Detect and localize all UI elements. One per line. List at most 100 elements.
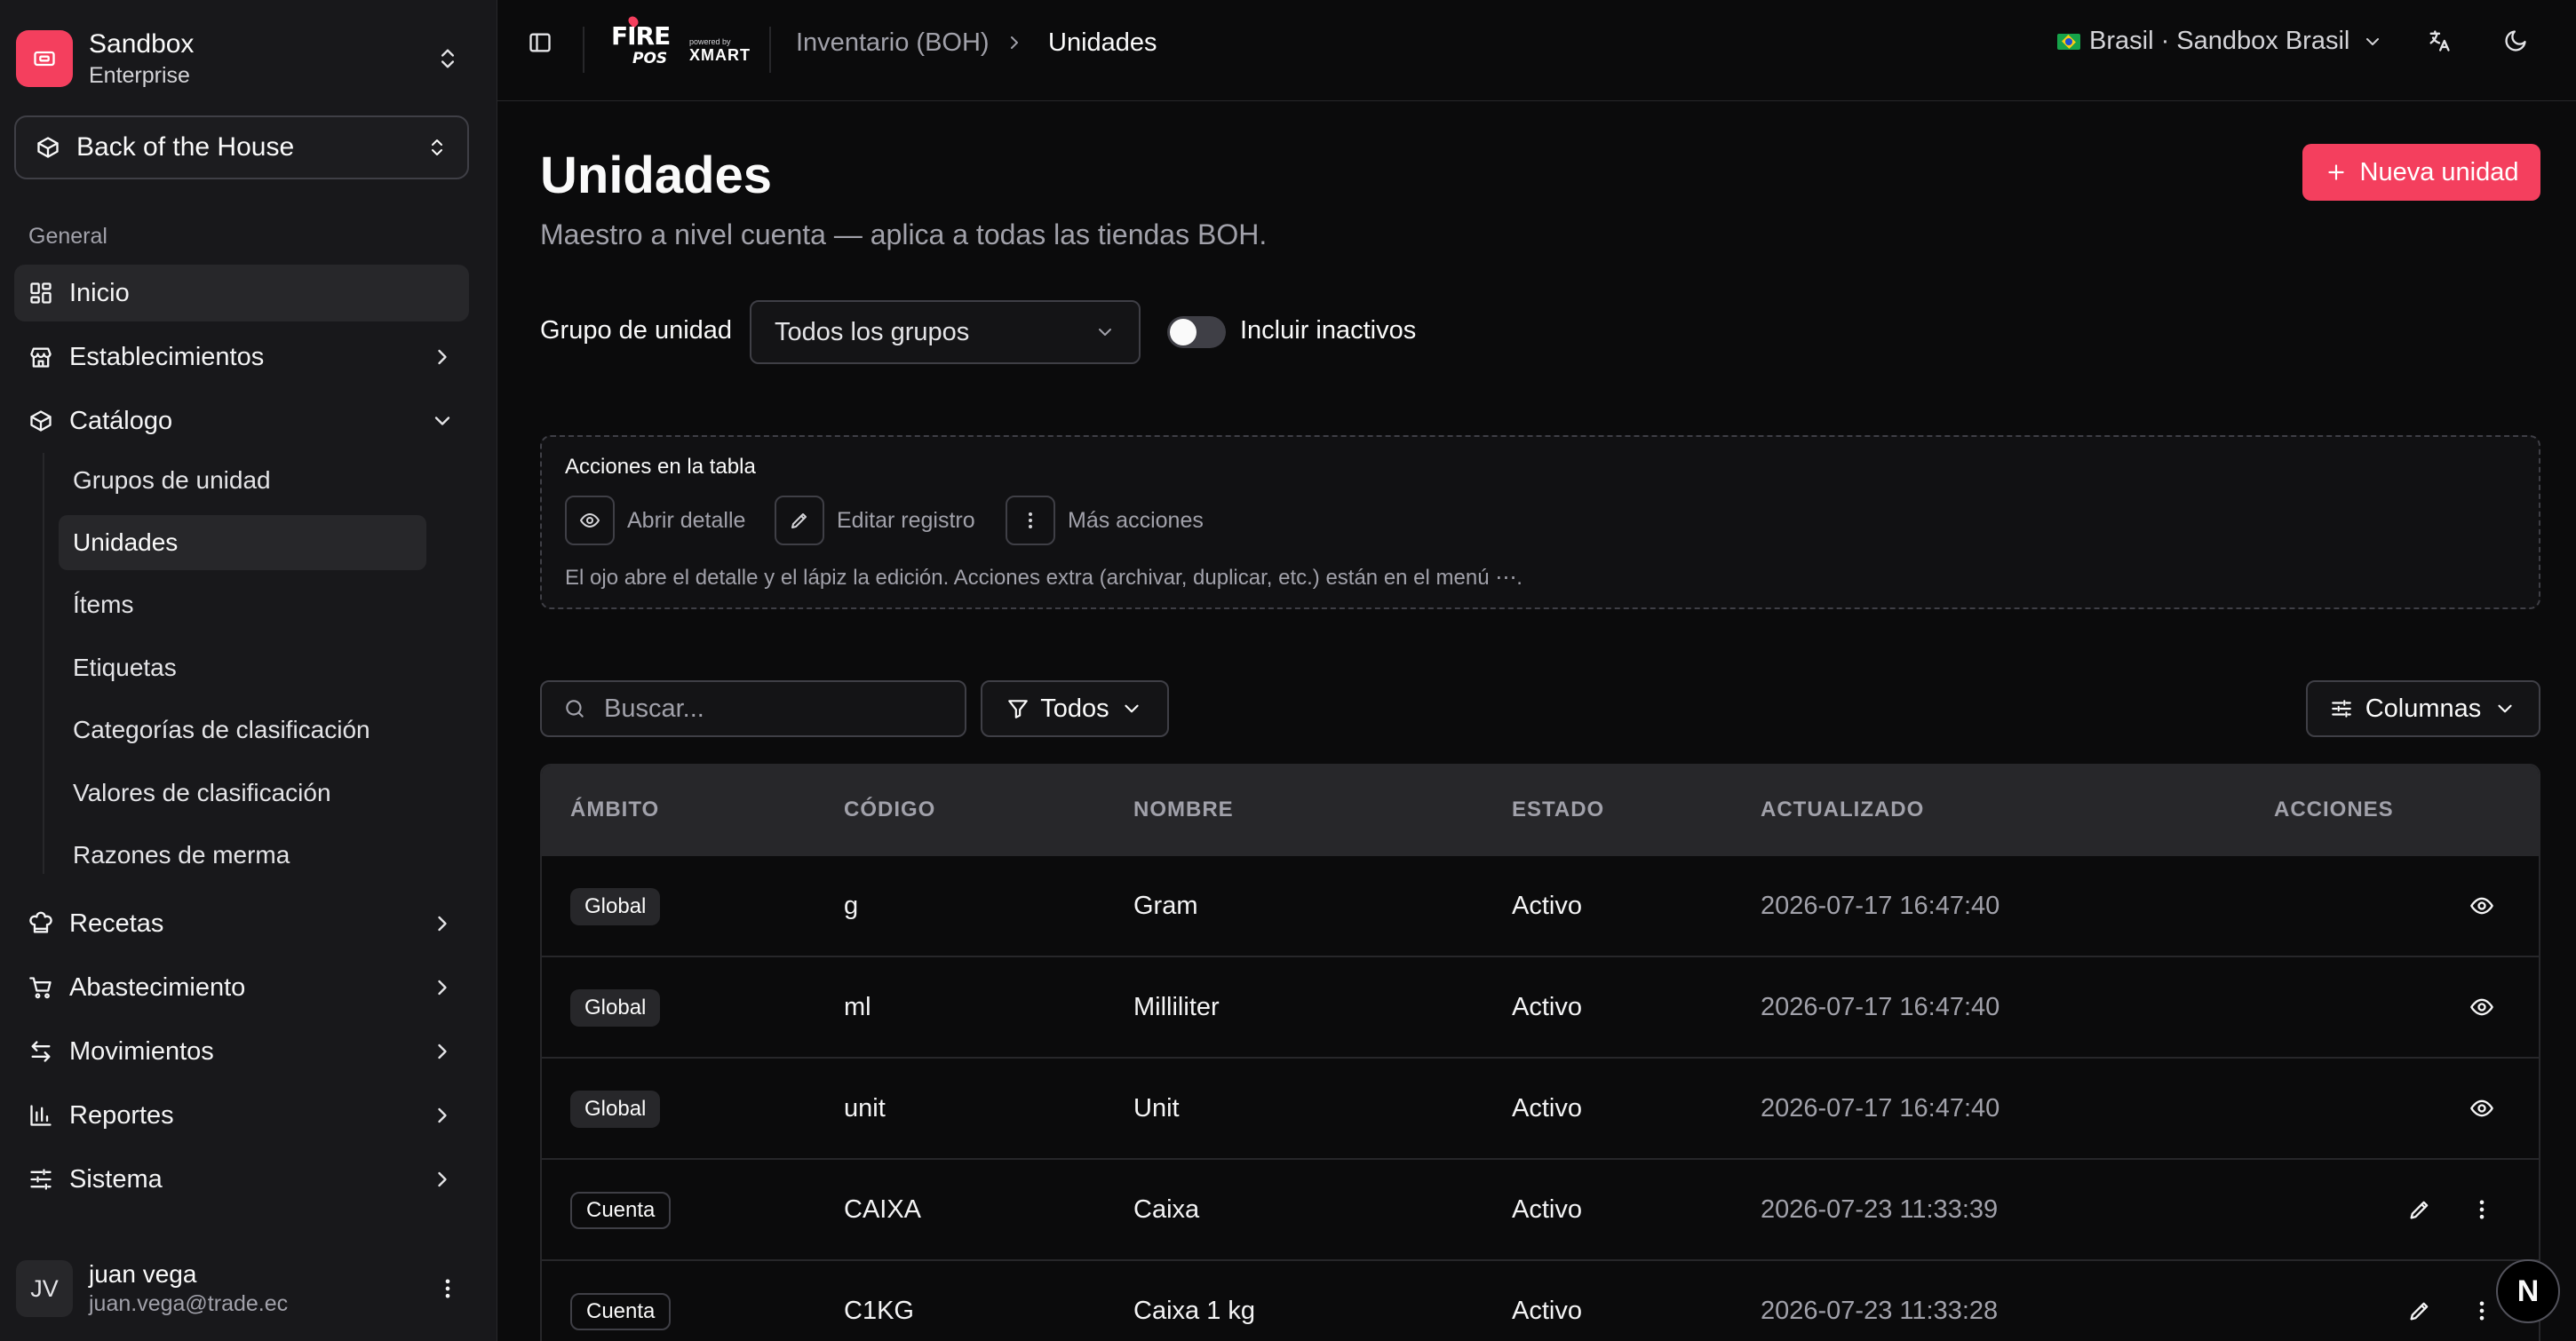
sidebar-subitem-unidades[interactable]: Unidades	[59, 515, 426, 570]
search-box	[540, 680, 966, 737]
sidebar-item-inicio[interactable]: Inicio	[14, 265, 469, 321]
table-row[interactable]: Global g Gram Activo 2026-07-17 16:47:40	[542, 854, 2539, 956]
more-vertical-icon[interactable]	[2469, 1298, 2494, 1323]
plus-icon	[2325, 161, 2360, 184]
cell-status: Activo	[1512, 1094, 1582, 1123]
dev-tools-button[interactable]: N	[2496, 1259, 2560, 1323]
sidebar-toggle-icon[interactable]	[528, 30, 553, 55]
help-more-label: Más acciones	[1068, 507, 1204, 533]
page-title: Unidades	[540, 147, 773, 204]
units-table: ÁMBITO CÓDIGO NOMBRE ESTADO ACTUALIZADO …	[540, 764, 2540, 1341]
chevrons-up-down-icon	[426, 137, 448, 158]
user-menu[interactable]: JV juan vega juan.vega@trade.ec	[16, 1252, 460, 1325]
eye-icon[interactable]	[2469, 995, 2494, 1020]
eye-icon[interactable]	[2469, 1096, 2494, 1121]
pencil-icon[interactable]	[2407, 1197, 2432, 1222]
language-icon[interactable]	[2427, 28, 2452, 53]
breadcrumb-current: Unidades	[1048, 28, 1157, 57]
chevron-right-icon	[430, 1039, 455, 1064]
sidebar-subitem-valores-de-clasificacion[interactable]: Valores de clasificación	[59, 766, 426, 821]
breadcrumb-inventario[interactable]: Inventario (BOH)	[796, 28, 990, 58]
org-logo-icon	[16, 30, 73, 87]
sidebar-item-label: Inicio	[69, 278, 130, 307]
new-unit-button[interactable]: Nueva unidad	[2302, 144, 2540, 201]
column-header-actualizado[interactable]: ACTUALIZADO	[1761, 797, 1924, 822]
chevron-right-icon	[430, 345, 455, 369]
cell-name: Caixa	[1133, 1195, 1200, 1224]
cell-updated: 2026-07-23 11:33:39	[1761, 1195, 1999, 1224]
sidebar-item-movimientos[interactable]: Movimientos	[14, 1023, 469, 1080]
table-row[interactable]: Global ml Milliliter Activo 2026-07-17 1…	[542, 956, 2539, 1057]
status-filter-button[interactable]: Todos	[981, 680, 1169, 737]
sidebar-subitem-items[interactable]: Ítems	[59, 577, 426, 632]
more-vertical-icon[interactable]	[2469, 1197, 2494, 1222]
table-row[interactable]: Cuenta C1KG Caixa 1 kg Activo 2026-07-23…	[542, 1259, 2539, 1341]
cell-status: Activo	[1512, 1297, 1582, 1325]
moon-icon[interactable]	[2503, 28, 2528, 53]
pencil-icon[interactable]	[2407, 1298, 2432, 1323]
chevron-down-icon	[2362, 31, 2383, 52]
chevron-down-icon	[2493, 697, 2516, 720]
sidebar-item-label: Recetas	[69, 909, 164, 938]
search-input[interactable]	[604, 694, 924, 724]
scope-badge: Cuenta	[570, 1192, 672, 1229]
bar-chart-icon	[28, 1103, 53, 1128]
dashboard-icon	[28, 281, 53, 305]
page-subtitle: Maestro a nivel cuenta — aplica a todas …	[540, 218, 1268, 250]
sidebar-item-label: Movimientos	[69, 1036, 214, 1066]
column-header-codigo[interactable]: CÓDIGO	[844, 797, 935, 822]
sidebar-subitem-etiquetas[interactable]: Etiquetas	[59, 640, 426, 695]
sidebar-item-reportes[interactable]: Reportes	[14, 1087, 469, 1144]
org-switcher[interactable]: Sandbox Enterprise	[16, 21, 460, 96]
column-header-estado[interactable]: ESTADO	[1512, 797, 1604, 822]
sidebar-item-label: Catálogo	[69, 406, 173, 435]
help-description: El ojo abre el detalle y el lápiz la edi…	[565, 566, 1523, 590]
module-selector[interactable]: Back of the House	[14, 115, 469, 179]
brand-powered: powered by	[689, 37, 731, 46]
group-filter-label: Grupo de unidad	[540, 316, 733, 345]
more-vertical-icon[interactable]	[435, 1276, 460, 1301]
new-unit-label: Nueva unidad	[2359, 157, 2519, 186]
group-select[interactable]: Todos los grupos	[750, 300, 1141, 364]
column-header-ambito[interactable]: ÁMBITO	[570, 797, 659, 822]
chevron-right-icon	[430, 911, 455, 936]
chevron-down-icon	[1094, 321, 1116, 343]
table-row[interactable]: Global unit Unit Activo 2026-07-17 16:47…	[542, 1057, 2539, 1158]
sidebar-item-catalogo[interactable]: Catálogo	[14, 393, 469, 449]
sidebar-item-establecimientos[interactable]: Establecimientos	[14, 329, 469, 385]
sidebar-item-sistema[interactable]: Sistema	[14, 1151, 469, 1208]
arrows-left-right-icon	[28, 1039, 53, 1064]
columns-button[interactable]: Columnas	[2306, 680, 2540, 737]
sidebar-subitem-razones-de-merma[interactable]: Razones de merma	[59, 828, 426, 883]
table-header: ÁMBITO CÓDIGO NOMBRE ESTADO ACTUALIZADO …	[542, 766, 2539, 854]
group-select-value: Todos los grupos	[775, 317, 970, 346]
sidebar-item-recetas[interactable]: Recetas	[14, 895, 469, 952]
scope-badge: Cuenta	[570, 1293, 672, 1330]
brazil-flag-icon	[2057, 33, 2080, 50]
topbar: FIRE POS powered by XMART Inventario (BO…	[497, 0, 2576, 101]
cell-name: Unit	[1133, 1094, 1180, 1123]
cell-code: CAIXA	[844, 1195, 922, 1224]
sidebar-item-abastecimiento[interactable]: Abastecimiento	[14, 959, 469, 1016]
cell-updated: 2026-07-17 16:47:40	[1761, 1094, 2000, 1123]
store-selector[interactable]: Brasil · Sandbox Brasil	[2057, 27, 2383, 56]
divider	[769, 27, 771, 73]
table-row[interactable]: Cuenta CAIXA Caixa Activo 2026-07-23 11:…	[542, 1158, 2539, 1259]
help-more-actions: Más acciones	[1006, 496, 1204, 545]
cell-name: Gram	[1133, 892, 1198, 920]
pencil-icon	[775, 496, 824, 545]
subnav-divider	[43, 453, 44, 874]
cell-updated: 2026-07-17 16:47:40	[1761, 892, 2000, 920]
help-title: Acciones en la tabla	[565, 455, 756, 479]
include-inactive-toggle[interactable]	[1167, 316, 1226, 348]
box-icon	[36, 135, 60, 160]
sidebar-subitem-categorias-de-clasificacion[interactable]: Categorías de clasificación	[59, 702, 426, 758]
eye-icon	[565, 496, 615, 545]
org-plan: Enterprise	[89, 63, 190, 88]
sidebar-subitem-grupos-de-unidad[interactable]: Grupos de unidad	[59, 453, 426, 508]
search-icon	[563, 697, 586, 720]
status-filter-label: Todos	[1040, 694, 1109, 723]
column-header-nombre[interactable]: NOMBRE	[1133, 797, 1234, 822]
scope-badge: Global	[570, 989, 661, 1027]
eye-icon[interactable]	[2469, 893, 2494, 918]
